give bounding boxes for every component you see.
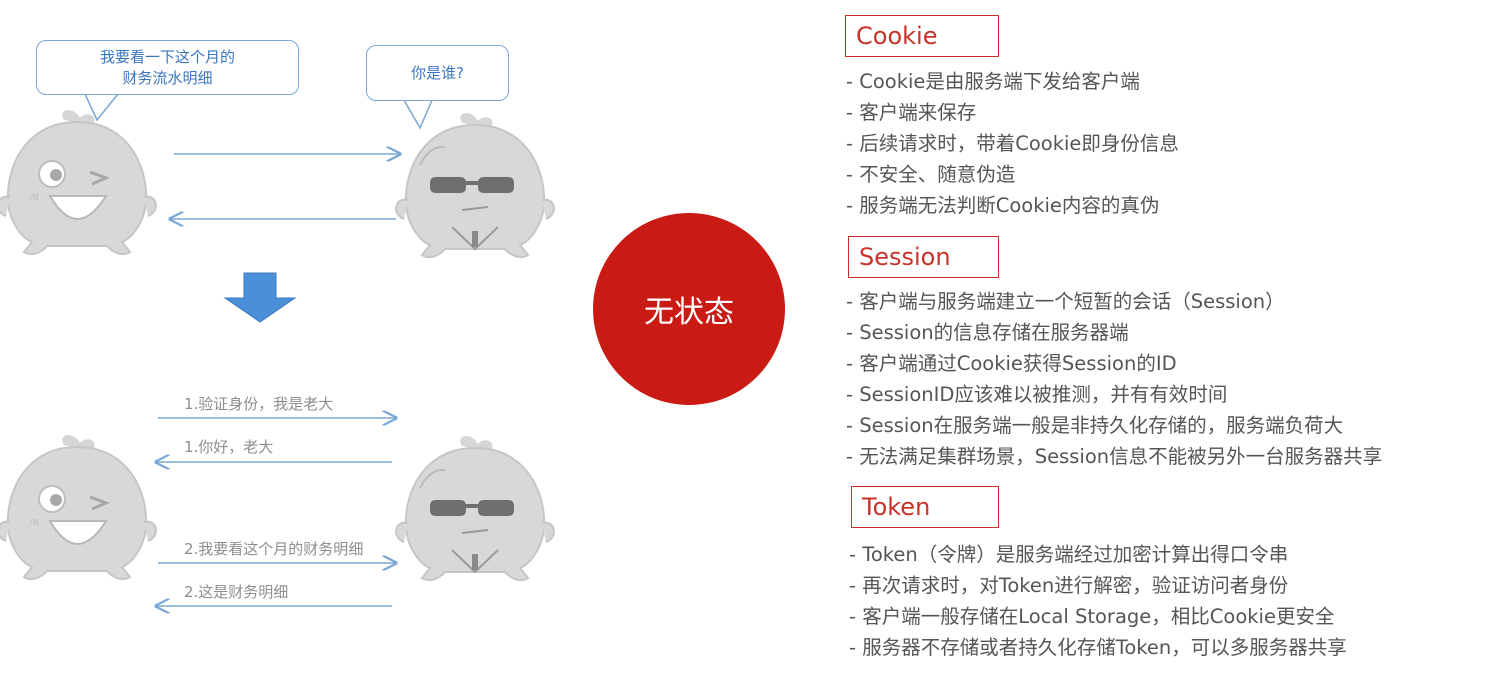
session-title-text: Session [859,243,951,271]
cookie-title-text: Cookie [856,22,938,50]
list-item: - 后续请求时，带着Cookie即身份信息 [846,132,1179,155]
list-item: - 再次请求时，对Token进行解密，验证访问者身份 [849,574,1289,597]
list-item: - SessionID应该难以被推测，并有有效时间 [846,383,1228,406]
client-bubble-line-2: 财务流水明细 [122,68,213,87]
list-item: - 客户端通过Cookie获得Session的ID [846,352,1177,375]
session-title: Session [848,236,999,278]
list-item: - 客户端与服务端建立一个短暂的会话（Session） [846,290,1285,313]
token-title-text: Token [862,493,931,521]
token-list: - Token（令牌）是服务端经过加密计算出得口令串 - 再次请求时，对Toke… [849,539,1347,663]
message-data-request: 2.我要看这个月的财务明细 [184,540,364,558]
stateless-label: 无状态 [644,295,734,330]
list-item: - 不安全、随意伪造 [846,163,1016,186]
list-item: - 客户端来保存 [846,101,977,124]
cookie-title: Cookie [845,15,999,57]
server-mascot-icon [396,113,554,257]
client-mascot-icon [0,110,156,254]
client-bubble-line-1: 我要看一下这个月的 [99,47,235,66]
server-speech-bubble: 你是谁? [366,45,509,101]
message-auth-response: 1.你好，老大 [184,438,274,456]
list-item: - 服务器不存储或者持久化存储Token，可以多服务器共享 [849,636,1347,659]
cookie-list: - Cookie是由服务端下发给客户端 - 客户端来保存 - 后续请求时，带着C… [846,66,1179,221]
session-list: - 客户端与服务端建立一个短暂的会话（Session） - Session的信息… [846,286,1382,472]
list-item: - 客户端一般存储在Local Storage，相比Cookie更安全 [849,605,1335,628]
message-auth-request: 1.验证身份，我是老大 [184,395,334,413]
down-arrow-icon [223,272,297,323]
message-data-response: 2.这是财务明细 [184,583,289,601]
server-bubble-text: 你是谁? [411,63,464,82]
stateless-circle: 无状态 [593,213,785,405]
list-item: - 无法满足集群场景，Session信息不能被另外一台服务器共享 [846,445,1383,468]
list-item: - 服务端无法判断Cookie内容的真伪 [846,194,1160,217]
token-title: Token [851,486,999,528]
list-item: - Session在服务端一般是非持久化存储的，服务端负荷大 [846,414,1344,437]
server-bubble-tail [403,99,433,130]
list-item: - Token（令牌）是服务端经过加密计算出得口令串 [849,543,1289,566]
list-item: - Session的信息存储在服务器端 [846,321,1129,344]
client-mascot-bottom-icon [0,435,156,579]
list-item: - Cookie是由服务端下发给客户端 [846,70,1140,93]
client-speech-bubble: 我要看一下这个月的 财务流水明细 [36,40,299,95]
server-mascot-bottom-icon [396,436,554,580]
